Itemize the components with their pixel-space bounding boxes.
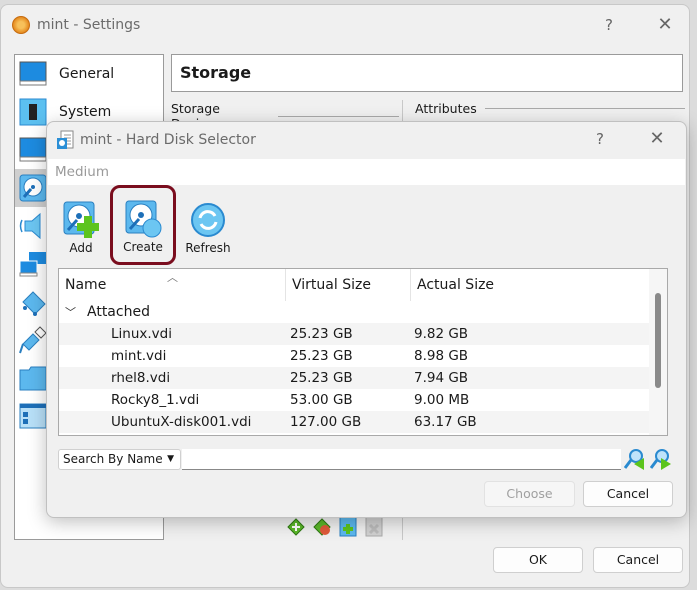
attributes-group: Attributes xyxy=(415,101,685,116)
medium-table: ︿ Name Virtual Size Actual Size ﹀ Attach… xyxy=(58,268,668,436)
help-button[interactable]: ? xyxy=(595,13,623,37)
add-label: Add xyxy=(69,241,93,255)
monitor-icon xyxy=(19,60,47,88)
scrollbar-thumb[interactable] xyxy=(655,293,661,388)
dialog-help-button[interactable]: ? xyxy=(586,127,614,151)
cell-actual-size: 8.98 GB xyxy=(414,348,469,364)
cell-name: mint.vdi xyxy=(111,348,167,364)
sort-ascending-icon: ︿ xyxy=(167,271,178,284)
cell-actual-size: 63.17 GB xyxy=(414,414,477,430)
usb-icon xyxy=(19,326,47,354)
section-title: Storage xyxy=(171,54,683,92)
refresh-button[interactable]: Refresh xyxy=(182,192,234,256)
hard-disk-selector-dialog: mint - Hard Disk Selector ? ✕ Medium Add… xyxy=(46,121,687,518)
column-header-virtual-size[interactable]: Virtual Size xyxy=(286,269,411,301)
cell-name: Rocky8_1.vdi xyxy=(111,392,200,408)
cell-actual-size: 9.00 MB xyxy=(414,392,470,408)
serial-port-icon xyxy=(19,288,47,316)
virtualbox-gear-icon xyxy=(12,16,30,34)
remove-controller-icon[interactable] xyxy=(312,515,332,537)
cell-name: rhel8.vdi xyxy=(111,370,171,386)
search-previous-button[interactable] xyxy=(623,448,646,470)
dialog-titlebar: mint - Hard Disk Selector ? ✕ xyxy=(47,122,686,158)
cell-actual-size: 7.94 GB xyxy=(414,370,469,386)
table-row[interactable]: Rocky8_1.vdi 53.00 GB 9.00 MB xyxy=(59,389,667,411)
table-row[interactable]: UbuntuX-disk001.vdi 127.00 GB 63.17 GB xyxy=(59,411,667,433)
search-next-icon xyxy=(649,449,671,470)
chip-icon xyxy=(19,98,47,126)
dropdown-arrow-icon: ▼ xyxy=(167,454,174,464)
create-disk-icon xyxy=(124,199,162,239)
display-icon xyxy=(19,136,47,164)
search-next-button[interactable] xyxy=(649,448,672,470)
medium-label: Medium xyxy=(48,159,685,185)
add-disk-icon xyxy=(62,200,100,240)
cell-name: UbuntuX-disk001.vdi xyxy=(111,414,252,430)
search-mode-value: Search By Name xyxy=(63,452,163,466)
close-button[interactable]: ✕ xyxy=(651,13,679,37)
search-mode-select[interactable]: Search By Name ▼ xyxy=(58,449,181,470)
add-controller-icon[interactable] xyxy=(286,515,306,537)
sidebar-item-general[interactable]: General xyxy=(15,55,163,93)
user-interface-icon xyxy=(19,402,47,430)
search-previous-icon xyxy=(623,449,644,470)
storage-icon xyxy=(19,174,47,202)
storage-controls xyxy=(286,515,384,537)
chevron-down-icon[interactable]: ﹀ xyxy=(65,304,77,320)
dialog-title: mint - Hard Disk Selector xyxy=(80,132,256,148)
audio-icon xyxy=(19,212,47,240)
refresh-label: Refresh xyxy=(185,241,231,255)
cell-virtual-size: 25.23 GB xyxy=(290,348,353,364)
create-label: Create xyxy=(123,240,163,254)
cell-virtual-size: 25.23 GB xyxy=(290,326,353,342)
cell-actual-size: 9.82 GB xyxy=(414,326,469,342)
dialog-close-button[interactable]: ✕ xyxy=(643,127,671,151)
cell-virtual-size: 53.00 GB xyxy=(290,392,353,408)
table-row[interactable]: rhel8.vdi 25.23 GB 7.94 GB xyxy=(59,367,667,389)
vertical-scrollbar[interactable] xyxy=(649,269,667,435)
attributes-label: Attributes xyxy=(415,101,477,116)
refresh-icon xyxy=(189,200,227,240)
group-row-attached[interactable]: ﹀ Attached xyxy=(59,301,667,323)
sidebar-item-label: System xyxy=(59,104,112,120)
settings-title: mint - Settings xyxy=(37,17,141,33)
hard-disk-document-icon xyxy=(56,130,74,150)
network-icon xyxy=(19,250,47,278)
sidebar-item-label: General xyxy=(59,66,115,82)
dialog-toolbar: Add Create Refresh xyxy=(55,185,235,265)
column-header-actual-size[interactable]: Actual Size xyxy=(411,269,651,301)
shared-folder-icon xyxy=(19,364,47,392)
remove-attachment-icon[interactable] xyxy=(364,515,384,537)
add-button[interactable]: Add xyxy=(55,192,107,256)
cell-virtual-size: 25.23 GB xyxy=(290,370,353,386)
table-row[interactable]: mint.vdi 25.23 GB 8.98 GB xyxy=(59,345,667,367)
add-attachment-icon[interactable] xyxy=(338,515,358,537)
dialog-cancel-button[interactable]: Cancel xyxy=(583,481,673,507)
cell-name: Linux.vdi xyxy=(111,326,172,342)
group-label: Attached xyxy=(87,304,150,320)
choose-button[interactable]: Choose xyxy=(484,481,575,507)
settings-titlebar: mint - Settings ? ✕ xyxy=(1,5,689,45)
ok-button[interactable]: OK xyxy=(493,547,583,573)
table-row[interactable]: Linux.vdi 25.23 GB 9.82 GB xyxy=(59,323,667,345)
cancel-button[interactable]: Cancel xyxy=(593,547,683,573)
create-button[interactable]: Create xyxy=(110,185,176,265)
cell-virtual-size: 127.00 GB xyxy=(290,414,362,430)
search-input[interactable] xyxy=(182,449,621,470)
